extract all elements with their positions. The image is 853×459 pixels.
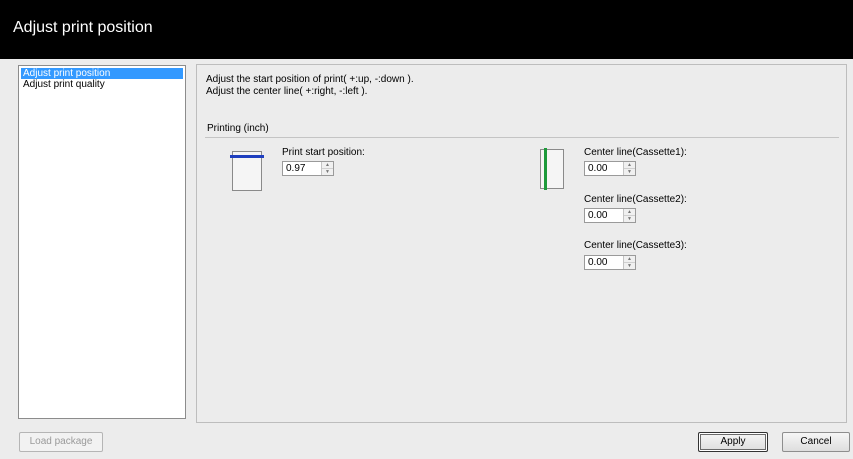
settings-panel: Adjust the start position of print( +:up…: [196, 64, 847, 423]
section-title-printing: Printing (inch): [207, 123, 269, 134]
paper-top-edge-icon: [230, 151, 264, 191]
description-line-vertical: Adjust the start position of print( +:up…: [206, 74, 414, 85]
section-divider: [205, 137, 839, 138]
stepper-buttons: ▲ ▼: [623, 256, 635, 269]
spin-up-icon[interactable]: ▲: [624, 162, 635, 169]
center-line-cassette3-value[interactable]: 0.00: [588, 257, 607, 269]
sidebar-list[interactable]: Adjust print position Adjust print quali…: [18, 65, 186, 419]
sidebar-item-adjust-print-position[interactable]: Adjust print position: [21, 68, 183, 79]
load-package-button[interactable]: Load package: [19, 432, 103, 452]
description-line-horizontal: Adjust the center line( +:right, -:left …: [206, 86, 368, 97]
center-line-mark: [544, 148, 547, 190]
title-bar: Adjust print position: [0, 0, 853, 59]
spin-up-icon[interactable]: ▲: [624, 209, 635, 216]
spin-down-icon[interactable]: ▼: [624, 169, 635, 175]
sidebar-item-adjust-print-quality[interactable]: Adjust print quality: [21, 79, 183, 90]
print-start-position-stepper[interactable]: 0.97 ▲ ▼: [282, 161, 334, 176]
window-title: Adjust print position: [13, 19, 153, 36]
spin-up-icon[interactable]: ▲: [624, 256, 635, 263]
cancel-button[interactable]: Cancel: [782, 432, 850, 452]
spin-up-icon[interactable]: ▲: [322, 162, 333, 169]
spin-down-icon[interactable]: ▼: [624, 216, 635, 222]
center-line-cassette2-stepper[interactable]: 0.00 ▲ ▼: [584, 208, 636, 223]
top-edge-line: [230, 155, 264, 158]
center-line-cassette1-stepper[interactable]: 0.00 ▲ ▼: [584, 161, 636, 176]
description: Adjust the start position of print( +:up…: [206, 74, 414, 98]
stepper-buttons: ▲ ▼: [321, 162, 333, 175]
center-line-cassette2-label: Center line(Cassette2):: [584, 194, 687, 205]
print-start-position-value[interactable]: 0.97: [286, 163, 305, 175]
center-line-cassette3-stepper[interactable]: 0.00 ▲ ▼: [584, 255, 636, 270]
stepper-buttons: ▲ ▼: [623, 209, 635, 222]
center-line-cassette1-value[interactable]: 0.00: [588, 163, 607, 175]
spin-down-icon[interactable]: ▼: [624, 263, 635, 269]
stepper-buttons: ▲ ▼: [623, 162, 635, 175]
apply-button[interactable]: Apply: [698, 432, 768, 452]
paper-center-line-icon: [540, 148, 564, 190]
center-line-cassette2-value[interactable]: 0.00: [588, 210, 607, 222]
center-line-cassette3-label: Center line(Cassette3):: [584, 240, 687, 251]
spin-down-icon[interactable]: ▼: [322, 169, 333, 175]
print-start-position-label: Print start position:: [282, 147, 365, 158]
center-line-cassette1-label: Center line(Cassette1):: [584, 147, 687, 158]
